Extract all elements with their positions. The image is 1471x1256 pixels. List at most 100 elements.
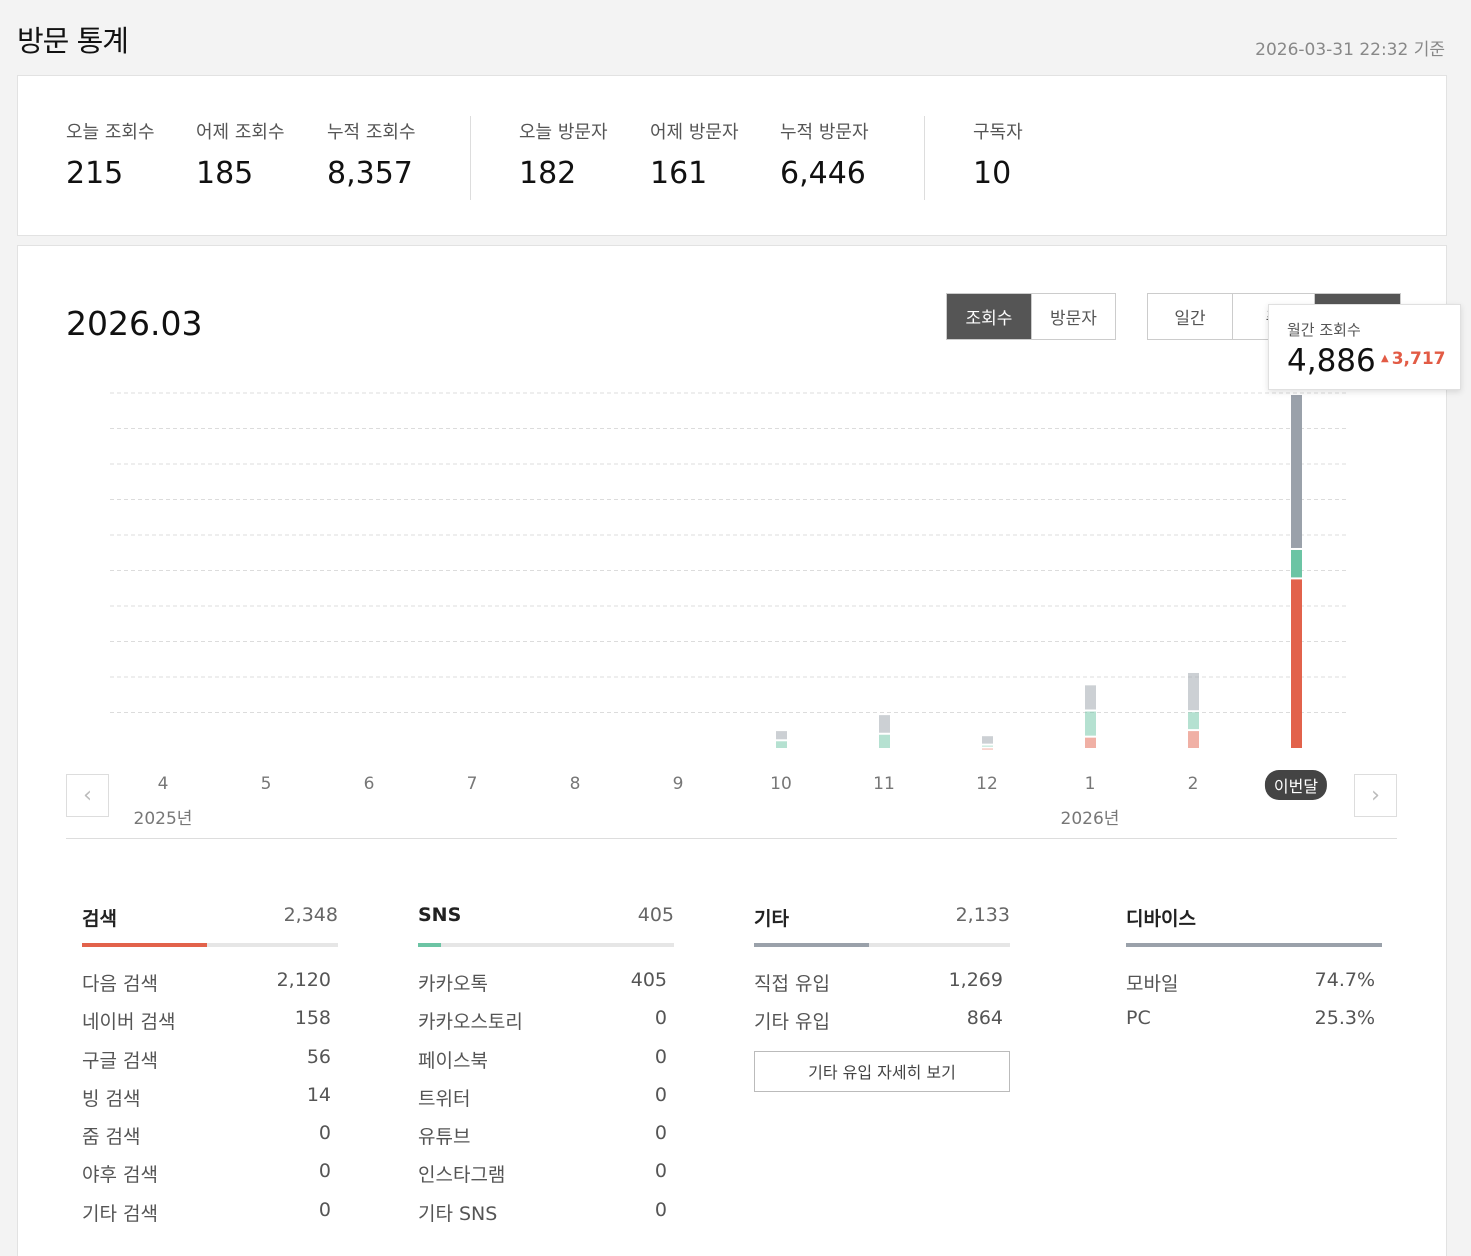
views-bar-chart [110, 392, 1346, 750]
item-value: 405 [630, 969, 667, 991]
list-item: 트위터 0 [418, 1084, 674, 1122]
bar-segment-SNS [982, 745, 993, 747]
item-label: 네이버 검색 [82, 1011, 176, 1034]
bar-segment-SNS [1085, 711, 1096, 736]
list-item: 네이버 검색 158 [82, 1007, 338, 1045]
item-value: 25.3% [1314, 1007, 1375, 1030]
x-tick-label[interactable]: 8 [570, 774, 581, 794]
prev-period-button[interactable]: ‹ [66, 774, 109, 817]
item-label: 유튜브 [418, 1126, 471, 1149]
breakdown-title: 기타 [754, 908, 789, 930]
bar-segment-기타 [982, 736, 993, 744]
chevron-right-icon: › [1371, 783, 1380, 808]
item-label: 기타 SNS [418, 1202, 498, 1225]
bar-segment-검색 [1188, 731, 1199, 748]
stat-total-views: 누적 조회수 8,357 [327, 118, 416, 191]
item-label: 직접 유입 [754, 973, 830, 995]
other-breakdown: 기타 2,133 직접 유입 1,269 기타 유입 864 기타 유입 자세히 보기 [754, 904, 1010, 1092]
breakdown-progress [1126, 943, 1382, 947]
stat-yesterday-views: 어제 조회수 185 [196, 118, 285, 191]
bar-segment-SNS [776, 741, 787, 748]
page-header: 방문 통계 2026-03-31 22:32 기준 [17, 0, 1447, 75]
stat-value: 182 [519, 156, 577, 191]
progress-fill [754, 943, 870, 947]
bar-segment-SNS [1291, 549, 1302, 578]
sns-breakdown: SNS 405 카카오톡 405 카카오스토리 0 페이스북 0 트위터 0 유튜브 0 인스타그램… [418, 904, 674, 1237]
item-value: 0 [318, 1198, 331, 1221]
item-value: 0 [654, 1122, 667, 1145]
breakdown-total: 405 [637, 904, 674, 926]
x-tick-label[interactable]: 10 [770, 774, 792, 794]
tooltip-delta-value: 3,717 [1391, 349, 1446, 369]
list-item: 구글 검색 56 [82, 1046, 338, 1084]
up-triangle-icon: ▲ [1381, 353, 1389, 364]
item-label: 모바일 [1126, 973, 1179, 995]
breakdown-progress [82, 943, 338, 947]
item-value: 14 [306, 1083, 331, 1106]
stat-label: 오늘 조회수 [66, 122, 155, 143]
bar-segment-검색 [982, 748, 993, 750]
stat-value: 161 [650, 156, 708, 191]
year-label-2025: 2025년 [133, 809, 193, 829]
list-item: 기타 SNS 0 [418, 1199, 674, 1237]
breakdown-title: 디바이스 [1126, 908, 1196, 930]
item-value: 0 [654, 1160, 667, 1183]
bar-segment-기타 [879, 715, 890, 733]
bar-segment-검색 [1291, 579, 1302, 748]
x-tick-label[interactable]: 2 [1188, 774, 1199, 794]
list-item: 기타 유입 864 [754, 1007, 1010, 1045]
next-period-button[interactable]: › [1354, 774, 1397, 817]
stat-subscribers: 구독자 10 [973, 118, 1023, 191]
x-tick-label[interactable]: 11 [873, 774, 895, 794]
breakdown-progress [754, 943, 1010, 947]
item-label: 야후 검색 [82, 1164, 158, 1187]
list-item: PC 25.3% [1126, 1007, 1382, 1045]
list-item: 직접 유입 1,269 [754, 969, 1010, 1007]
list-item: 유튜브 0 [418, 1122, 674, 1160]
chart-card: 2026.03 조회수 방문자 일간 주 월간 조회수 4,886 ▲3,717… [17, 245, 1461, 1256]
list-item: 다음 검색 2,120 [82, 969, 338, 1007]
item-label: 카카오톡 [418, 973, 488, 995]
search-breakdown: 검색 2,348 다음 검색 2,120 네이버 검색 158 구글 검색 56 빙 검색 1… [82, 904, 338, 1237]
item-value: 0 [654, 1083, 667, 1106]
list-item: 빙 검색 14 [82, 1084, 338, 1122]
timestamp: 2026-03-31 22:32 기준 [1255, 40, 1445, 60]
summary-card: 오늘 조회수 215 어제 조회수 185 누적 조회수 8,357 오늘 방문… [17, 75, 1447, 236]
item-label: 인스타그램 [418, 1164, 506, 1187]
item-label: 줌 검색 [82, 1126, 141, 1149]
chart-tooltip: 월간 조회수 4,886 ▲ 3,717 [1268, 304, 1461, 390]
item-value: 0 [318, 1160, 331, 1183]
item-value: 0 [318, 1122, 331, 1145]
bar-segment-SNS [879, 734, 890, 748]
item-label: PC [1126, 1007, 1151, 1030]
x-tick-label[interactable]: 1 [1085, 774, 1096, 794]
item-value: 0 [654, 1007, 667, 1030]
item-value: 2,120 [276, 969, 331, 991]
x-tick-label[interactable]: 4 [158, 774, 169, 794]
x-tick-label[interactable]: 12 [976, 774, 998, 794]
item-value: 158 [294, 1007, 331, 1030]
x-tick-current-month[interactable]: 이번달 [1264, 770, 1328, 800]
item-label: 구글 검색 [82, 1049, 158, 1072]
item-value: 0 [654, 1198, 667, 1221]
other-inflow-detail-button[interactable]: 기타 유입 자세히 보기 [754, 1050, 1010, 1092]
stat-label: 어제 방문자 [650, 122, 739, 143]
item-label: 기타 검색 [82, 1202, 158, 1225]
item-label: 기타 유입 [754, 1011, 830, 1034]
year-label-2026: 2026년 [1060, 809, 1120, 829]
x-tick-label[interactable]: 7 [467, 774, 478, 794]
tooltip-value: 4,886 [1287, 343, 1376, 379]
tooltip-label: 월간 조회수 [1287, 321, 1361, 339]
item-value: 1,269 [948, 969, 1003, 991]
x-tick-label[interactable]: 6 [364, 774, 375, 794]
divider [470, 116, 471, 200]
progress-fill [1126, 943, 1382, 947]
stat-value: 185 [196, 156, 254, 191]
breakdown-total: 2,133 [955, 904, 1010, 926]
x-tick-label[interactable]: 5 [261, 774, 272, 794]
list-item: 카카오톡 405 [418, 969, 674, 1007]
breakdown-total: 2,348 [283, 904, 338, 926]
x-tick-label[interactable]: 9 [673, 774, 684, 794]
divider [66, 838, 1397, 839]
tooltip-delta: ▲ 3,717 [1381, 349, 1445, 369]
